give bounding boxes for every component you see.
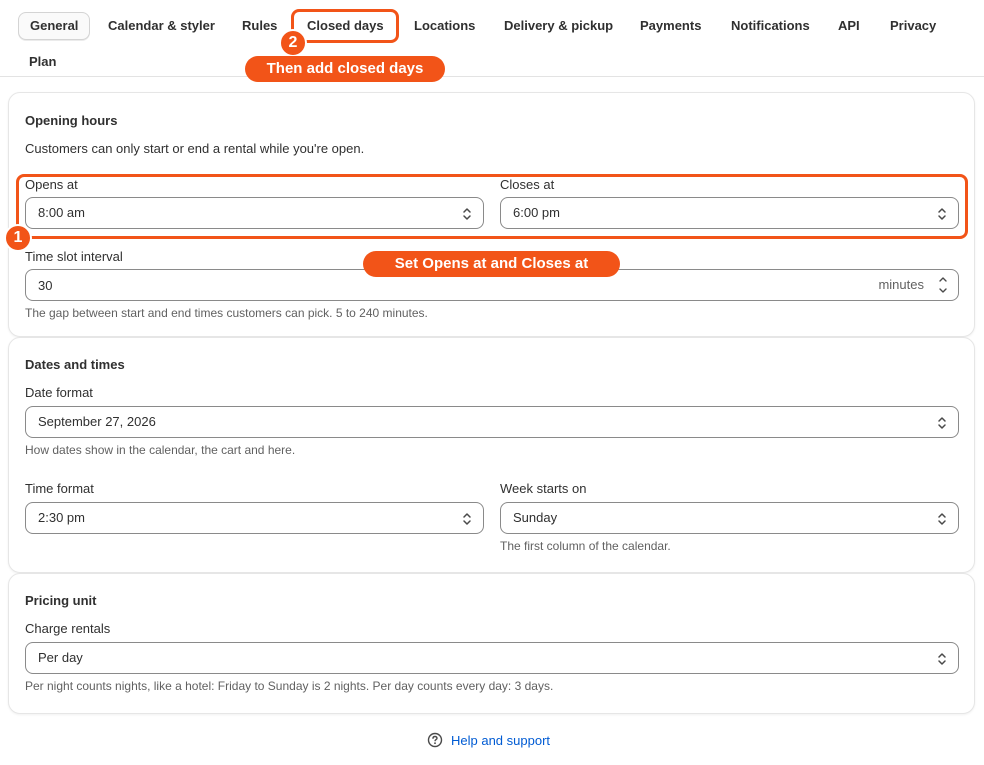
chevron-up-down-icon — [463, 208, 471, 220]
pricing-unit-title: Pricing unit — [25, 593, 97, 608]
time-format-value: 2:30 pm — [38, 510, 85, 525]
tab-plan[interactable]: Plan — [18, 48, 67, 76]
minutes-suffix: minutes — [878, 277, 924, 292]
time-format-label: Time format — [25, 481, 94, 496]
closes-at-select[interactable]: 6:00 pm — [500, 197, 959, 229]
chevron-up-icon — [939, 277, 947, 282]
chevron-up-down-icon — [463, 513, 471, 525]
opens-at-label: Opens at — [25, 177, 78, 192]
settings-tabs: General Calendar & styler Rules Closed d… — [0, 0, 984, 77]
interval-stepper — [934, 273, 952, 297]
help-and-support-label: Help and support — [451, 732, 551, 748]
question-circle-icon — [427, 732, 443, 748]
charge-rentals-select[interactable]: Per day — [25, 642, 959, 674]
tab-delivery-pickup[interactable]: Delivery & pickup — [493, 12, 624, 40]
tab-notifications[interactable]: Notifications — [720, 12, 821, 40]
pricing-unit-card: Pricing unit Charge rentals Per day Per … — [8, 573, 975, 714]
time-slot-interval-help: The gap between start and end times cust… — [25, 306, 428, 320]
step-1-badge: 1 — [4, 224, 32, 252]
dates-and-times-card: Dates and times Date format September 27… — [8, 337, 975, 573]
closes-at-label: Closes at — [500, 177, 555, 192]
tab-locations[interactable]: Locations — [403, 12, 486, 40]
charge-rentals-label: Charge rentals — [25, 621, 111, 636]
chevron-up-down-icon — [938, 417, 946, 429]
week-starts-on-label: Week starts on — [500, 481, 587, 496]
tab-privacy[interactable]: Privacy — [879, 12, 947, 40]
charge-rentals-help: Per night counts nights, like a hotel: F… — [25, 679, 554, 693]
help-and-support-link[interactable]: Help and support — [427, 730, 550, 750]
dates-and-times-title: Dates and times — [25, 357, 125, 372]
step-2-badge: 2 — [279, 29, 307, 57]
date-format-help: How dates show in the calendar, the cart… — [25, 443, 296, 457]
tab-general[interactable]: General — [18, 12, 91, 40]
week-starts-on-select[interactable]: Sunday — [500, 502, 959, 534]
charge-rentals-value: Per day — [38, 650, 83, 665]
tab-api[interactable]: API — [827, 12, 871, 40]
tab-payments[interactable]: Payments — [629, 12, 712, 40]
opening-hours-description: Customers can only start or end a rental… — [25, 141, 365, 156]
tab-closed-days[interactable]: Closed days — [296, 12, 395, 40]
tab-calendar-styler[interactable]: Calendar & styler — [97, 12, 226, 40]
chevron-down-icon — [939, 288, 947, 293]
opens-at-select[interactable]: 8:00 am — [25, 197, 484, 229]
date-format-label: Date format — [25, 385, 93, 400]
date-format-select[interactable]: September 27, 2026 — [25, 406, 959, 438]
opens-at-value: 8:00 am — [38, 205, 85, 220]
chevron-up-down-icon — [938, 653, 946, 665]
closes-at-value: 6:00 pm — [513, 205, 560, 220]
chevron-up-down-icon — [938, 208, 946, 220]
week-starts-on-value: Sunday — [513, 510, 558, 525]
date-format-value: September 27, 2026 — [38, 414, 156, 429]
time-slot-interval-label: Time slot interval — [25, 249, 123, 264]
opening-hours-title: Opening hours — [25, 113, 118, 128]
time-format-select[interactable]: 2:30 pm — [25, 502, 484, 534]
week-starts-on-help: The first column of the calendar. — [500, 539, 671, 553]
opening-hours-card: Opening hours Customers can only start o… — [8, 92, 975, 337]
decrement-button[interactable] — [934, 285, 952, 297]
step-2-callout: Then add closed days — [245, 56, 445, 82]
increment-button[interactable] — [934, 273, 952, 285]
step-1-callout: Set Opens at and Closes at — [363, 251, 620, 277]
chevron-up-down-icon — [938, 513, 946, 525]
